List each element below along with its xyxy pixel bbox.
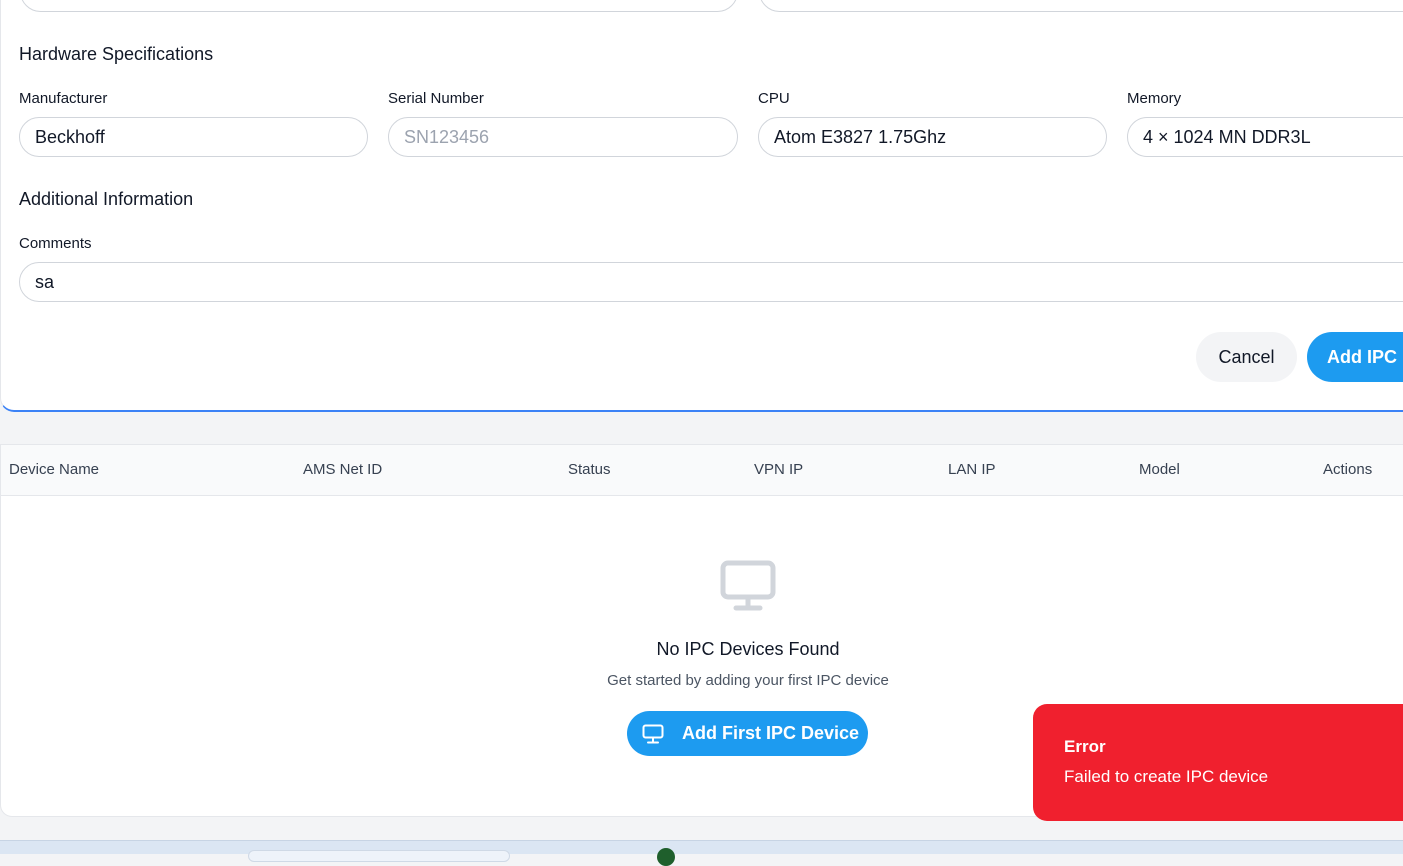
manufacturer-label: Manufacturer [19, 90, 108, 107]
cancel-button[interactable]: Cancel [1196, 332, 1297, 382]
monitor-icon [642, 724, 664, 744]
cpu-input[interactable]: Atom E3827 1.75Ghz [758, 117, 1107, 157]
serial-number-label: Serial Number [388, 90, 484, 107]
monitor-icon [720, 560, 776, 612]
empty-state-subtitle: Get started by adding your first IPC dev… [607, 672, 889, 689]
previous-field-input-2[interactable] [759, 0, 1403, 12]
toast-message: Failed to create IPC device [1064, 767, 1269, 786]
manufacturer-input[interactable]: Beckhoff [19, 117, 368, 157]
add-ipc-device-button[interactable]: Add IPC Device [1307, 332, 1403, 382]
taskbar [0, 840, 1403, 866]
memory-input[interactable]: 4 × 1024 MN DDR3L [1127, 117, 1403, 157]
comments-label: Comments [19, 235, 92, 252]
memory-label: Memory [1127, 90, 1182, 107]
cpu-label: CPU [758, 90, 790, 107]
column-vpn-ip[interactable]: VPN IP [754, 461, 803, 478]
empty-state-title: No IPC Devices Found [656, 639, 840, 659]
add-first-ipc-device-button[interactable]: Add First IPC Device [627, 711, 868, 756]
column-device-name[interactable]: Device Name [9, 461, 99, 478]
serial-number-input[interactable]: SN123456 [388, 117, 738, 157]
column-status[interactable]: Status [568, 461, 611, 478]
previous-field-input[interactable] [20, 0, 738, 12]
taskbar-app-icon[interactable] [657, 848, 675, 866]
error-toast[interactable]: Error Failed to create IPC device [1033, 704, 1403, 821]
comments-input[interactable]: sa [19, 262, 1403, 302]
column-actions: Actions [1323, 461, 1373, 478]
column-model[interactable]: Model [1139, 461, 1180, 478]
column-lan-ip[interactable]: LAN IP [948, 461, 996, 478]
add-first-ipc-device-label: Add First IPC Device [682, 723, 860, 743]
toast-title: Error [1064, 737, 1106, 756]
taskbar-search[interactable] [248, 850, 510, 862]
hardware-section-title: Hardware Specifications [19, 44, 214, 64]
column-ams-net-id[interactable]: AMS Net ID [303, 461, 382, 478]
additional-section-title: Additional Information [19, 189, 194, 209]
table-header: Device Name AMS Net ID Status VPN IP LAN… [1, 445, 1403, 496]
